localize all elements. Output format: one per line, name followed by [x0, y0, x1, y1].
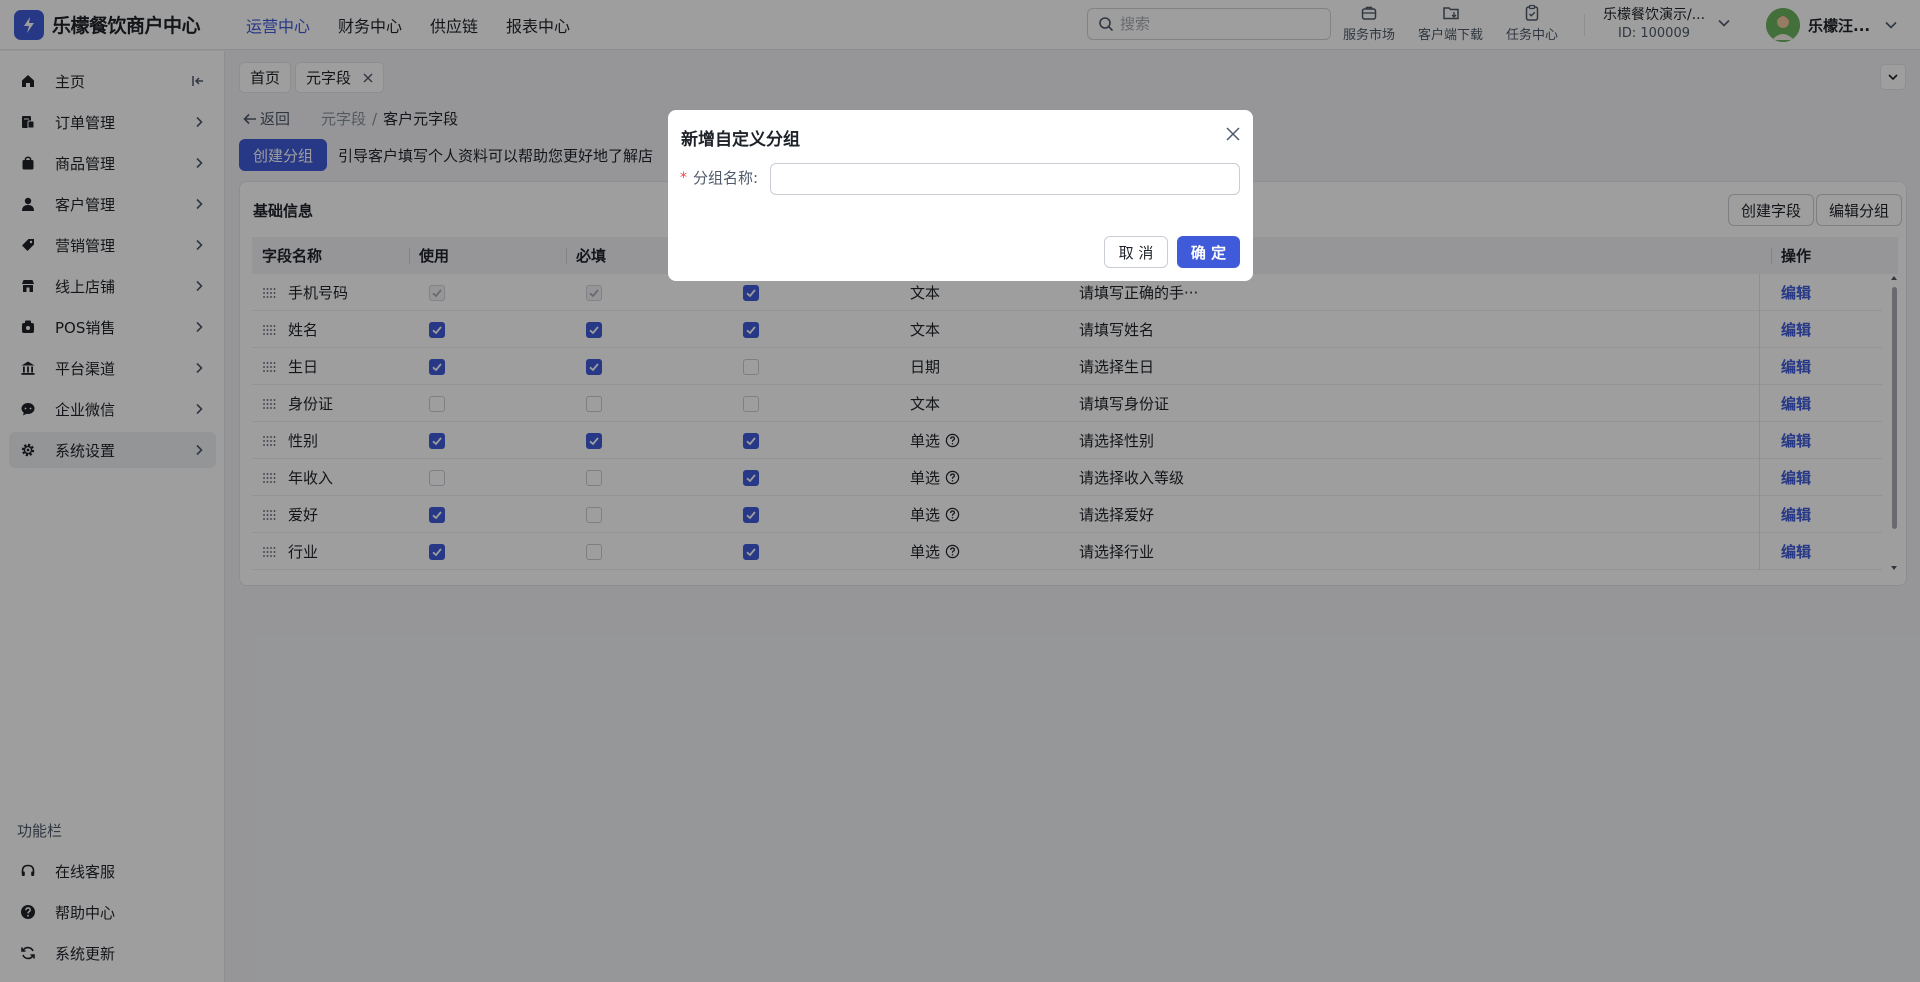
required-mark: *	[680, 170, 687, 186]
dialog-title: 新增自定义分组	[681, 130, 800, 150]
cancel-button[interactable]: 取 消	[1104, 236, 1168, 268]
confirm-button[interactable]: 确 定	[1177, 236, 1240, 268]
new-group-dialog: 新增自定义分组 * 分组名称: 取 消 确 定	[668, 110, 1253, 281]
group-name-label: 分组名称:	[693, 169, 759, 187]
group-name-input[interactable]	[770, 163, 1240, 195]
close-icon[interactable]	[1225, 126, 1241, 142]
